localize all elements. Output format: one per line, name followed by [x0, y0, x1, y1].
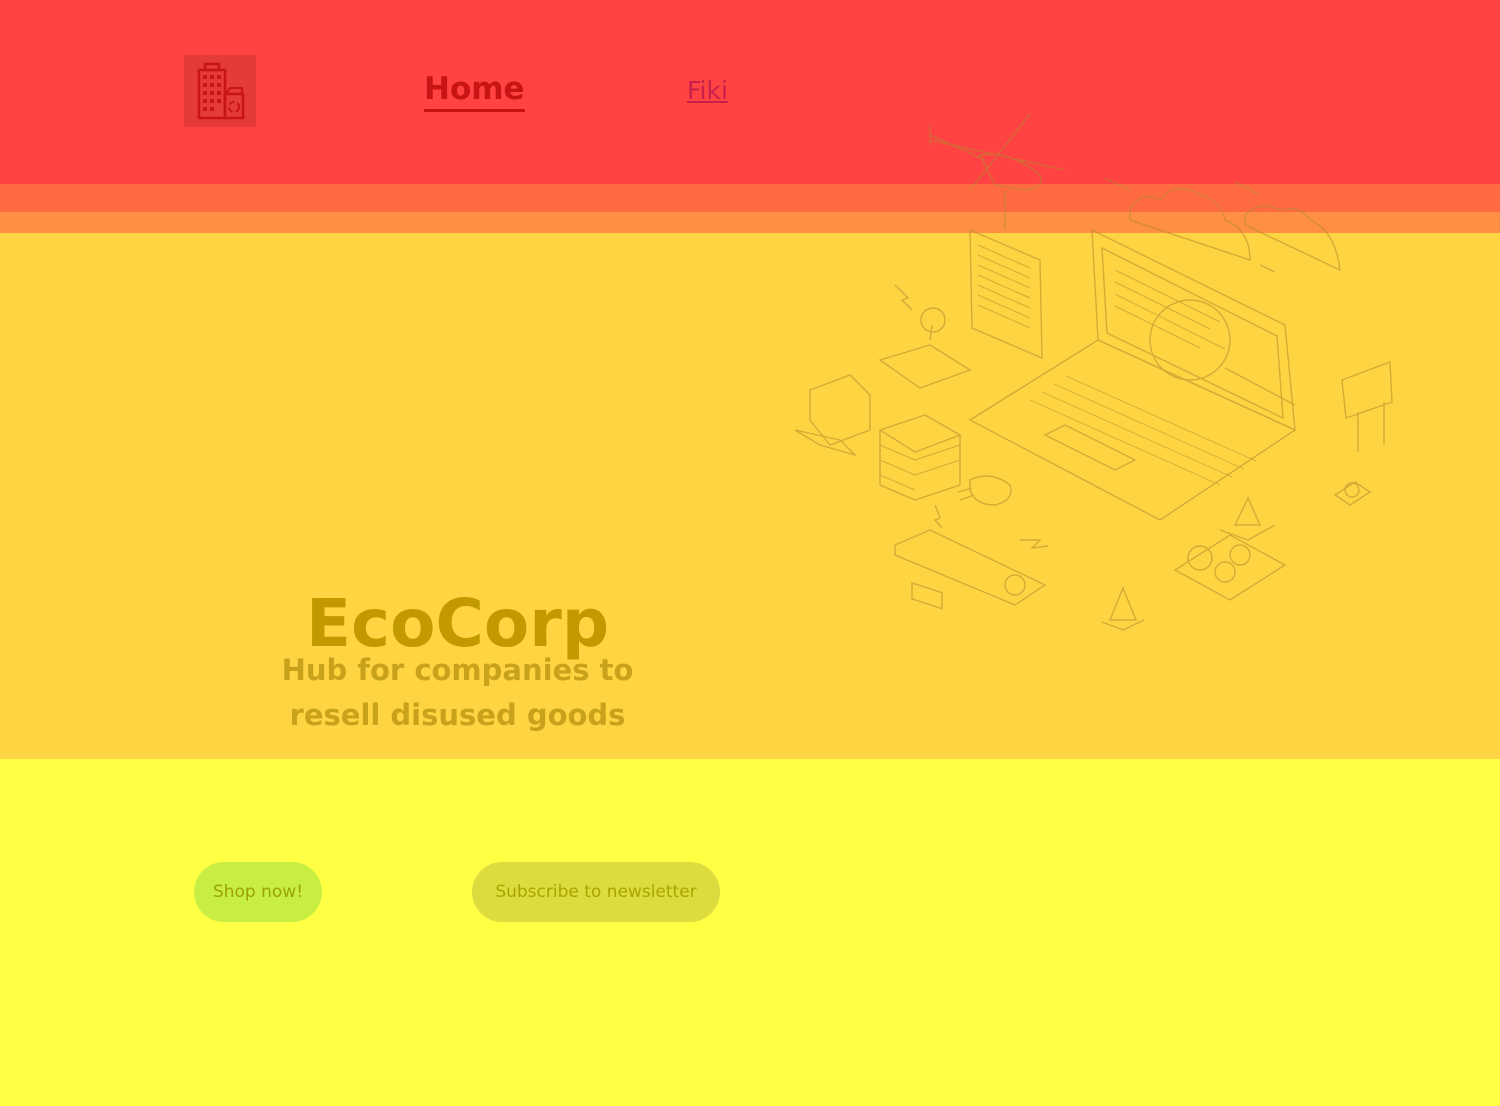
- logo[interactable]: [184, 55, 256, 127]
- hero-subtitle: Hub for companies to resell disused good…: [281, 653, 634, 732]
- building-recycle-icon: [197, 62, 245, 120]
- actions-band: [0, 759, 1500, 1106]
- helicopter-icon: [929, 113, 1066, 230]
- nav-link-home[interactable]: Home: [424, 70, 525, 112]
- shop-now-button[interactable]: Shop now!: [194, 862, 322, 922]
- subscribe-newsletter-button[interactable]: Subscribe to newsletter: [472, 862, 720, 922]
- isometric-tech-illustration: [794, 113, 1393, 631]
- nav-link-fiki[interactable]: Fiki: [687, 76, 728, 106]
